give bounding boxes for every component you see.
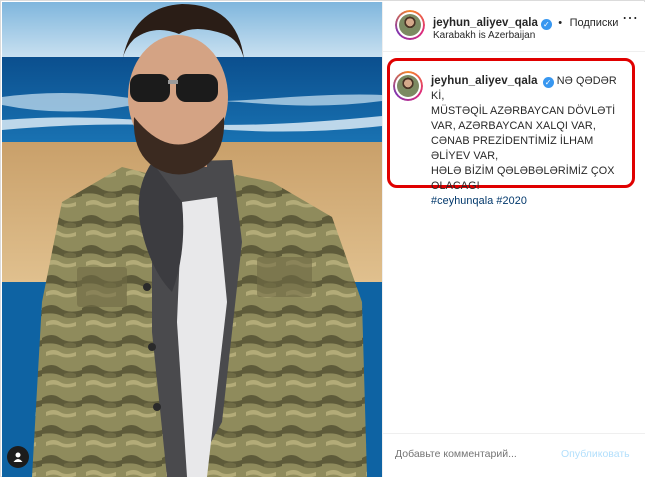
- header-avatar[interactable]: [395, 10, 425, 40]
- caption-avatar[interactable]: [393, 71, 423, 101]
- photo-image: [2, 2, 382, 477]
- post-photo[interactable]: [2, 2, 382, 477]
- caption-line: CƏNAB PREZİDENTİMİZ İLHAM: [431, 135, 594, 147]
- follow-button[interactable]: Подписки: [570, 17, 619, 29]
- caption-line: ƏLİYEV VAR,: [431, 150, 499, 162]
- post-dialog: jeyhun_aliyev_qala ✓ • Подписки Karabakh …: [0, 0, 645, 477]
- caption-line: MÜSTƏQİL AZƏRBAYCAN DÖVLƏTİ: [431, 105, 616, 117]
- follow-separator: •: [558, 17, 563, 29]
- more-options-icon[interactable]: ⋯: [622, 11, 638, 29]
- comment-bar: Опубликовать: [383, 433, 645, 478]
- header-username[interactable]: jeyhun_aliyev_qala: [433, 17, 538, 29]
- caption-line: HƏLƏ BİZİM QƏLƏBƏLƏRİMİZ ÇOX: [431, 165, 615, 177]
- caption-text: jeyhun_aliyev_qala ✓ NƏ QƏDƏR Kİ, MÜSTƏQİ…: [431, 74, 631, 209]
- verified-badge-icon: ✓: [540, 19, 552, 30]
- post-location[interactable]: Karabakh is Azerbaijan: [433, 30, 535, 41]
- comment-input[interactable]: [395, 448, 555, 460]
- post-header: jeyhun_aliyev_qala ✓ • Подписки Karabakh …: [383, 2, 645, 52]
- caption-hashtags[interactable]: #ceyhunqala #2020: [431, 195, 527, 207]
- publish-button[interactable]: Опубликовать: [561, 448, 630, 460]
- caption-username[interactable]: jeyhun_aliyev_qala: [431, 75, 538, 87]
- caption-line: VAR, AZƏRBAYCAN XALQI VAR,: [431, 120, 596, 132]
- header-user-line: jeyhun_aliyev_qala ✓ • Подписки: [433, 13, 618, 31]
- caption-line: OLACAG!: [431, 180, 480, 192]
- verified-badge-icon: ✓: [542, 77, 554, 88]
- post-side-panel: jeyhun_aliyev_qala ✓ • Подписки Karabakh …: [382, 2, 645, 477]
- user-tag-icon[interactable]: [7, 446, 29, 468]
